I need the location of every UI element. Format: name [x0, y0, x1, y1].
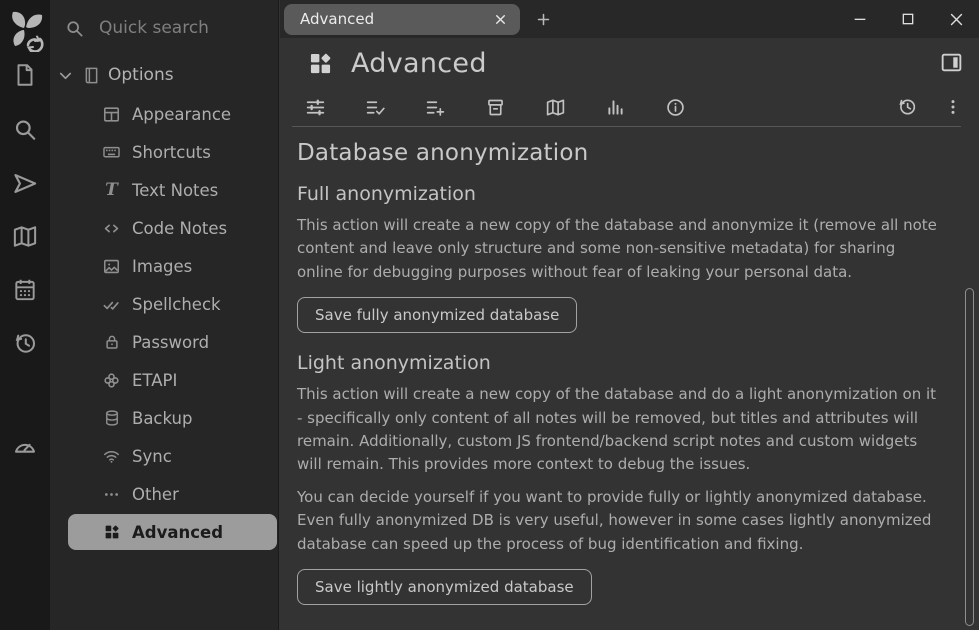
double-check-icon	[102, 295, 121, 314]
book-icon	[82, 66, 101, 85]
basic-properties-tab[interactable]	[305, 97, 326, 118]
maximize-icon[interactable]	[896, 7, 920, 31]
sidebar-item-label: Other	[132, 485, 179, 504]
sliders-icon	[305, 97, 326, 118]
sidebar-item-backup[interactable]: Backup	[50, 399, 277, 437]
note-map-tab[interactable]	[545, 97, 566, 118]
options-content: Database anonymization Full anonymizatio…	[280, 127, 979, 607]
sidebar-item-text-notes[interactable]: T Text Notes	[50, 171, 277, 209]
full-anonymization-description: This action will create a new copy of th…	[297, 214, 939, 284]
sidebar-item-label: ETAPI	[132, 371, 177, 390]
light-anonymization-description: This action will create a new copy of th…	[297, 383, 939, 477]
minimize-icon[interactable]	[848, 7, 872, 31]
light-anonymization-heading: Light anonymization	[297, 352, 939, 374]
search-icon	[64, 18, 85, 39]
sidebar-item-label: Password	[132, 333, 209, 352]
new-tab-icon[interactable]	[535, 11, 552, 28]
image-icon	[102, 257, 121, 276]
chevron-down-icon[interactable]	[56, 66, 75, 85]
new-note-icon[interactable]	[12, 62, 38, 88]
options-tree: Appearance Shortcuts T Text Notes	[50, 95, 277, 551]
note-info-tab[interactable]	[665, 97, 686, 118]
sidebar-item-images[interactable]: Images	[50, 247, 277, 285]
send-icon[interactable]	[12, 170, 39, 197]
revisions-history-icon[interactable]	[896, 96, 918, 118]
database-icon	[102, 409, 121, 428]
sidebar-item-label: Code Notes	[132, 219, 227, 238]
full-anonymization-heading: Full anonymization	[297, 183, 939, 205]
calendar-icon[interactable]	[12, 277, 38, 303]
sidebar-item-password[interactable]: Password	[50, 323, 277, 361]
dashboard-icon[interactable]	[12, 432, 39, 459]
tree-item-label: Options	[108, 65, 174, 85]
trilium-logo	[4, 6, 46, 52]
vertical-scrollbar-thumb[interactable]	[965, 288, 974, 626]
note-header: Advanced	[280, 38, 979, 88]
save-fully-anonymized-button[interactable]: Save fully anonymized database	[297, 297, 577, 333]
note-paths-tab[interactable]	[485, 97, 506, 118]
wifi-icon	[102, 447, 121, 466]
tab-advanced[interactable]: Advanced	[284, 4, 520, 35]
search-icon[interactable]	[12, 116, 39, 143]
text-icon: T	[102, 181, 121, 200]
sidebar-item-etapi[interactable]: ETAPI	[50, 361, 277, 399]
sidebar-item-appearance[interactable]: Appearance	[50, 95, 277, 133]
sidebar-item-shortcuts[interactable]: Shortcuts	[50, 133, 277, 171]
sidebar-item-spellcheck[interactable]: Spellcheck	[50, 285, 277, 323]
flower-icon	[102, 371, 121, 390]
sidebar-item-sync[interactable]: Sync	[50, 437, 277, 475]
map-icon	[545, 97, 566, 118]
sidebar-item-label: Spellcheck	[132, 295, 221, 314]
list-plus-icon	[425, 97, 446, 118]
right-panel-toggle-icon[interactable]	[939, 50, 964, 75]
launcher-bar	[0, 0, 50, 630]
grid-icon	[307, 50, 334, 77]
ribbon-right-group	[896, 96, 963, 118]
page-title: Advanced	[351, 48, 487, 79]
section-title: Database anonymization	[297, 140, 939, 166]
tab-label: Advanced	[300, 10, 374, 28]
sidebar-item-advanced[interactable]: Advanced	[68, 514, 277, 550]
inherited-attributes-tab[interactable]	[425, 97, 446, 118]
owned-attributes-tab[interactable]	[365, 97, 386, 118]
window-layout-icon	[102, 105, 121, 124]
code-icon	[102, 219, 121, 238]
window-controls	[848, 0, 969, 38]
sidebar-item-other[interactable]: Other	[50, 475, 277, 513]
sidebar-item-label: Images	[132, 257, 192, 276]
note-map-icon[interactable]	[12, 223, 39, 250]
main-panel: Advanced	[280, 0, 979, 630]
lock-icon	[102, 333, 121, 352]
tab-bar: Advanced	[280, 0, 979, 38]
sidebar-item-label: Text Notes	[132, 181, 218, 200]
sidebar-item-label: Appearance	[132, 105, 231, 124]
tree-item-options[interactable]: Options	[56, 59, 174, 91]
anonymization-choice-description: You can decide yourself if you want to p…	[297, 486, 939, 556]
tab-close-icon[interactable]	[491, 10, 510, 29]
recent-changes-icon[interactable]	[12, 330, 39, 357]
sidebar-item-code-notes[interactable]: Code Notes	[50, 209, 277, 247]
sidebar: Options Appearance Shortcuts	[50, 0, 279, 630]
sidebar-item-label: Sync	[132, 447, 172, 466]
bar-chart-icon	[605, 97, 626, 118]
ribbon	[280, 88, 979, 126]
grid-icon	[102, 523, 121, 542]
save-lightly-anonymized-button[interactable]: Save lightly anonymized database	[297, 569, 592, 605]
list-check-icon	[365, 97, 386, 118]
similar-notes-tab[interactable]	[605, 97, 626, 118]
ellipsis-icon	[102, 485, 121, 504]
sidebar-item-label: Shortcuts	[132, 143, 211, 162]
quick-search[interactable]	[54, 9, 272, 47]
sidebar-item-label: Advanced	[132, 523, 223, 542]
info-icon	[665, 97, 686, 118]
archive-icon	[485, 97, 506, 118]
close-icon[interactable]	[944, 7, 969, 32]
sidebar-item-label: Backup	[132, 409, 192, 428]
kebab-menu-icon[interactable]	[943, 97, 963, 117]
keyboard-icon	[102, 143, 121, 162]
